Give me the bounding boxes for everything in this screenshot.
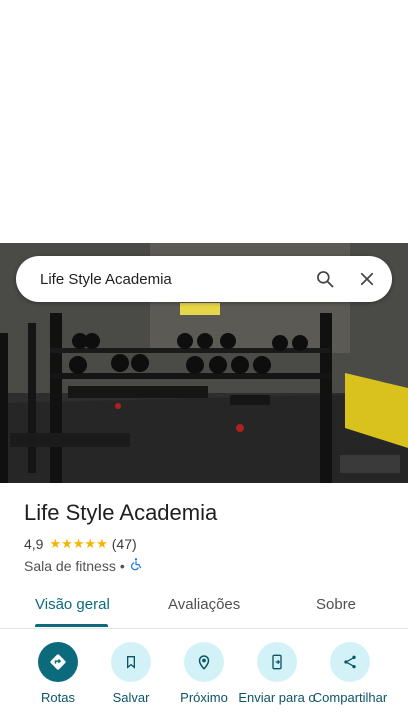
search-bar[interactable]: Life Style Academia: [16, 256, 392, 302]
send-to-phone-label: Enviar para o: [238, 690, 316, 705]
place-name: Life Style Academia: [24, 500, 218, 525]
wheelchair-accessible-icon: [129, 557, 143, 574]
save-button[interactable]: Salvar: [91, 642, 171, 705]
tab-reviews[interactable]: Avaliações: [168, 596, 240, 613]
rating-value: 4,9: [24, 536, 44, 552]
star-rating-icon: ★★★★★: [49, 536, 108, 551]
category-row: Sala de fitness •: [24, 557, 143, 574]
share-button[interactable]: Compartilhar: [310, 642, 390, 705]
action-buttons: Rotas Salvar Próximo Enviar para o Compa…: [0, 642, 408, 726]
separator-dot: •: [119, 557, 125, 574]
tab-overview[interactable]: Visão geral: [35, 596, 110, 613]
close-icon[interactable]: [356, 268, 378, 290]
place-category: Sala de fitness: [24, 557, 116, 574]
directions-label: Rotas: [41, 690, 75, 705]
send-to-phone-icon: [257, 642, 297, 682]
share-icon: [330, 642, 370, 682]
share-label: Compartilhar: [312, 690, 388, 705]
search-query[interactable]: Life Style Academia: [40, 271, 294, 288]
search-icon[interactable]: [314, 268, 336, 290]
nearby-icon: [184, 642, 224, 682]
send-to-phone-button[interactable]: Enviar para o: [237, 642, 317, 705]
place-tabs: Visão geral Avaliações Sobre: [0, 588, 408, 629]
directions-button[interactable]: Rotas: [18, 642, 98, 705]
directions-icon: [38, 642, 78, 682]
nearby-button[interactable]: Próximo: [164, 642, 244, 705]
save-label: Salvar: [112, 690, 150, 705]
nearby-label: Próximo: [180, 690, 228, 705]
rating-row[interactable]: 4,9 ★★★★★ (47): [24, 536, 137, 552]
map-blank-area: [0, 0, 408, 243]
active-tab-indicator: [35, 624, 108, 627]
bookmark-icon: [111, 642, 151, 682]
place-header: Life Style Academia: [24, 500, 217, 526]
tab-about[interactable]: Sobre: [316, 596, 356, 613]
review-count: (47): [111, 536, 137, 552]
